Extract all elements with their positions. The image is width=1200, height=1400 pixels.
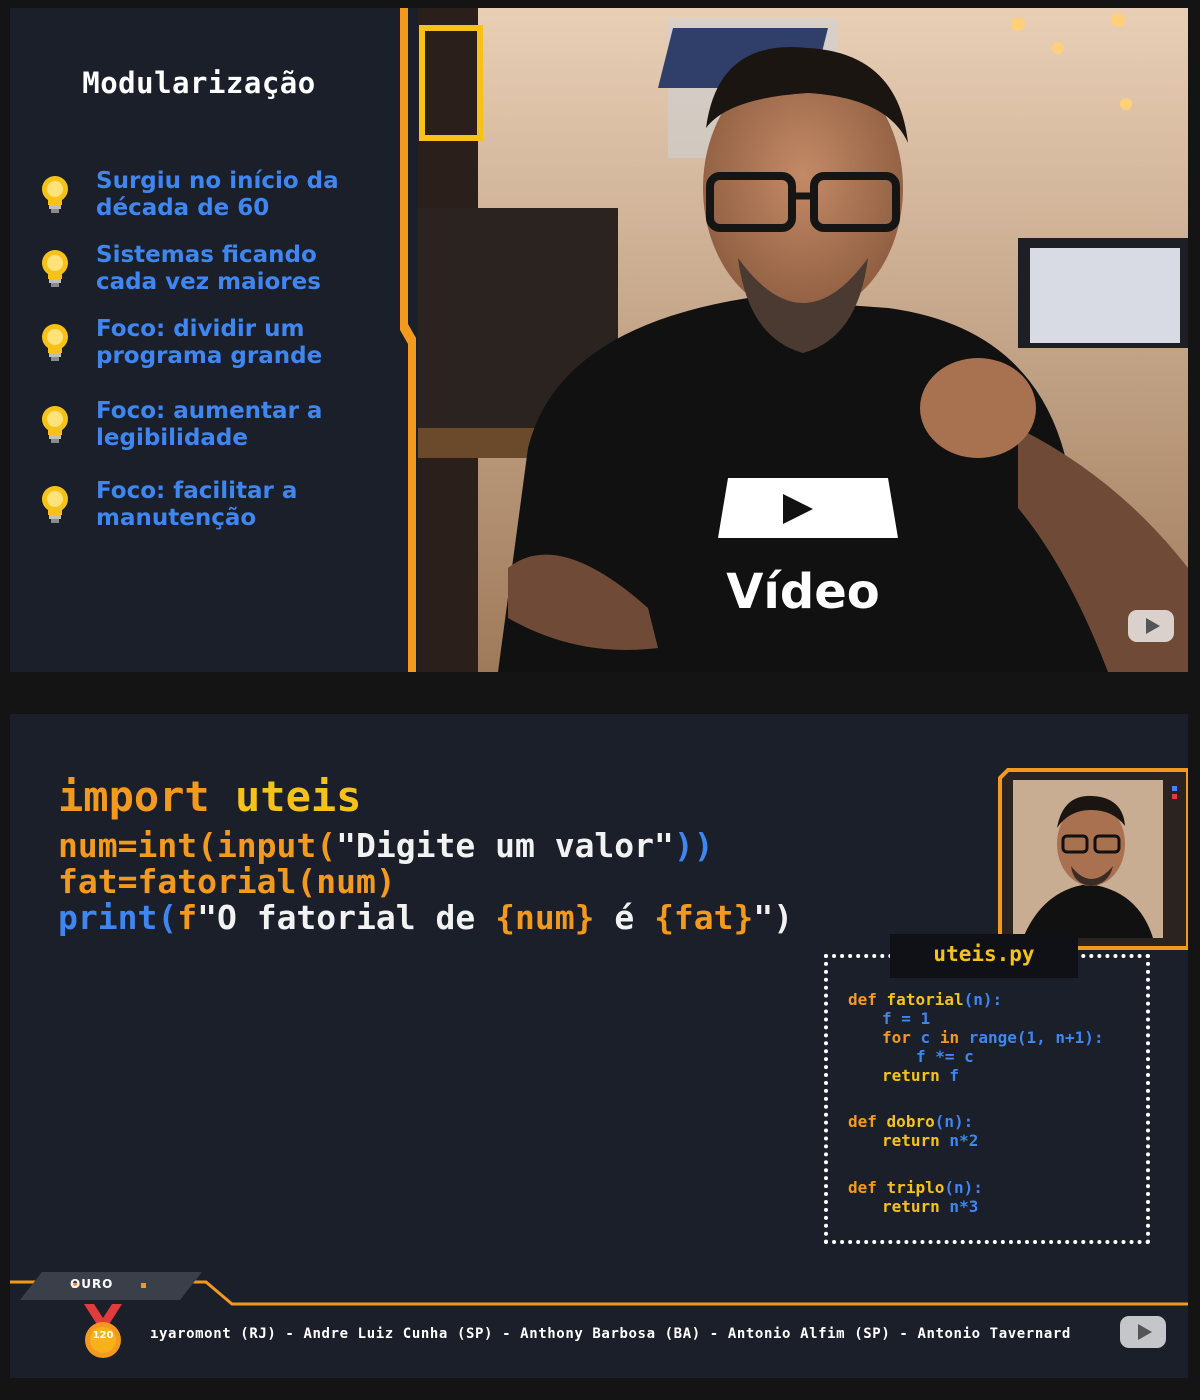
module-file-name: uteis.py — [933, 942, 1035, 966]
code-slide-frame: import uteis num=int(input("Digite um va… — [10, 714, 1188, 1378]
code-string: ") — [753, 898, 794, 937]
bullet-text: Foco: dividir um programa grande — [96, 316, 323, 369]
code-keyword: import — [58, 772, 210, 821]
bullet-item: Sistemas ficando cada vez maiores — [38, 242, 378, 296]
tier-label: OURO — [70, 1277, 114, 1291]
code-statement: f *= c — [916, 1047, 974, 1066]
file-code-line: for c in range(1, n+1): — [882, 1028, 1104, 1047]
code-function-name: fatorial — [886, 990, 964, 1009]
presenter-scene: Vídeo — [418, 8, 1188, 672]
code-keyword: in — [939, 1028, 960, 1047]
bullet-item: Foco: facilitar a manutenção — [38, 478, 378, 532]
youtube-play-icon — [1128, 610, 1174, 642]
code-function-name: dobro — [886, 1112, 935, 1131]
bullet-text: Foco: aumentar a legibilidade — [96, 398, 323, 451]
code-token: n*2 — [939, 1131, 979, 1150]
code-token: n*3 — [939, 1197, 979, 1216]
code-string: "Digite um valor" — [336, 826, 674, 865]
bullet-item: Foco: dividir um programa grande — [38, 316, 378, 370]
file-code-line: return n*2 — [882, 1131, 978, 1150]
code-token: print( — [58, 898, 178, 937]
bullet-text: Foco: facilitar a manutenção — [96, 478, 298, 531]
code-line: print(f"O fatorial de {num} é {fat}") — [58, 898, 793, 937]
file-code-line: return n*3 — [882, 1197, 978, 1216]
code-line: num=int(input("Digite um valor")) — [58, 826, 714, 865]
code-token: {fat} — [654, 898, 754, 937]
youtube-play-icon — [1120, 1316, 1166, 1348]
code-keyword: def — [848, 990, 877, 1009]
file-code-line: f = 1 — [882, 1009, 930, 1028]
code-line: import uteis — [58, 772, 361, 821]
supporters-ticker: ıyaromont (RJ) - Andre Luiz Cunha (SP) -… — [150, 1326, 1071, 1342]
code-function-name: triplo — [886, 1178, 945, 1197]
lightbulb-icon — [42, 324, 68, 361]
bullet-text: Sistemas ficando cada vez maiores — [96, 242, 321, 295]
code-keyword: return — [882, 1066, 940, 1085]
lightbulb-icon — [42, 406, 68, 443]
code-token: f — [939, 1066, 960, 1085]
bullet-text: Surgiu no início da década de 60 — [96, 168, 339, 221]
slide-title: Modularização — [82, 66, 316, 100]
code-line: fat=fatorial(num) — [58, 862, 396, 901]
code-keyword: return — [882, 1131, 940, 1150]
code-module: uteis — [235, 772, 362, 821]
frame-divider — [400, 8, 416, 672]
code-token: {num} — [495, 898, 595, 937]
module-file-tab: uteis.py — [890, 934, 1078, 978]
bullet-item: Surgiu no início da década de 60 — [38, 168, 378, 222]
code-string: é — [594, 898, 655, 937]
slide-left-panel: Modularização Surgiu no início da década… — [10, 8, 408, 672]
code-args: (n): — [963, 990, 1003, 1009]
webcam-presenter — [1013, 780, 1163, 938]
file-code-line: def fatorial(n): — [848, 990, 1002, 1009]
code-args: (n): — [944, 1178, 983, 1197]
code-keyword: def — [848, 1178, 877, 1197]
code-token: fat=fatorial(num) — [58, 862, 396, 901]
code-string: "O fatorial de — [197, 898, 496, 937]
code-keyword: return — [882, 1197, 940, 1216]
file-code-line: f *= c — [916, 1047, 974, 1066]
lightbulb-icon — [42, 250, 68, 287]
code-statement: f = 1 — [882, 1009, 931, 1028]
code-token: num=int(input( — [58, 826, 337, 865]
slide-frame: Modularização Surgiu no início da década… — [10, 8, 1188, 672]
bullet-item: Foco: aumentar a legibilidade — [38, 398, 378, 452]
code-token: c — [910, 1028, 940, 1047]
lightbulb-icon — [42, 176, 68, 213]
lightbulb-icon — [42, 486, 68, 523]
code-keyword: for — [882, 1028, 911, 1047]
code-token: )) — [673, 826, 714, 865]
code-args: range(1, n+1): — [959, 1028, 1104, 1047]
file-code-line: def dobro(n): — [848, 1112, 973, 1131]
file-code-line: return f — [882, 1066, 959, 1085]
svg-text:Vídeo: Vídeo — [726, 564, 880, 620]
webcam-video — [1013, 780, 1163, 938]
code-keyword: def — [848, 1112, 877, 1131]
code-args: (n): — [934, 1112, 974, 1131]
presenter-video: Vídeo — [418, 8, 1188, 672]
medal-number: 120 — [92, 1330, 114, 1341]
file-code-line: def triplo(n): — [848, 1178, 983, 1197]
code-token: f — [177, 898, 198, 937]
